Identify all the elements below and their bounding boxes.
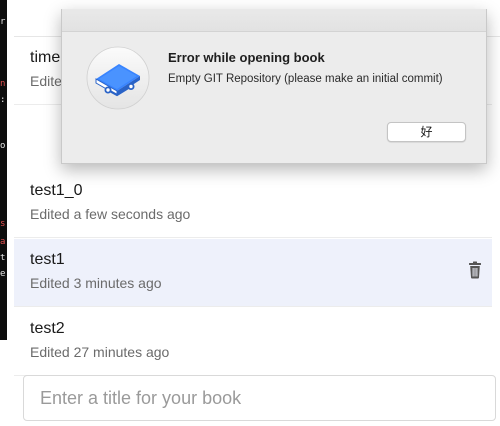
trash-icon[interactable] xyxy=(468,261,482,279)
book-list-item-selected[interactable]: test1 Edited 3 minutes ago xyxy=(14,239,492,307)
book-title: test1_0 xyxy=(30,182,83,199)
dialog-title: Error while opening book xyxy=(168,50,325,65)
terminal-text-fragment: r xyxy=(0,18,6,27)
gitbook-logo-icon xyxy=(86,46,150,110)
terminal-text-fragment: t xyxy=(0,254,6,263)
ok-button[interactable]: 好 xyxy=(387,122,466,142)
book-list-item[interactable]: test2 Edited 27 minutes ago xyxy=(14,308,492,376)
dialog-titlebar xyxy=(62,9,486,32)
new-book-title-input[interactable] xyxy=(23,375,496,421)
book-title: test2 xyxy=(30,320,65,337)
dialog-message: Empty GIT Repository (please make an ini… xyxy=(168,73,443,85)
book-edited-time: Edited 3 minutes ago xyxy=(30,275,162,291)
book-list-item[interactable]: test1_0 Edited a few seconds ago xyxy=(14,170,492,238)
book-edited-time: Edited 27 minutes ago xyxy=(30,344,170,360)
terminal-text-fragment: : xyxy=(0,96,6,105)
book-title: time xyxy=(30,49,61,66)
terminal-text-fragment: e xyxy=(0,270,6,279)
terminal-text-fragment: n xyxy=(0,80,6,89)
screen: rn:osate time Edited test1_0 Edited a fe… xyxy=(0,0,500,426)
terminal-text-fragment: s xyxy=(0,220,6,229)
terminal-pane: r n: o sate xyxy=(0,0,7,340)
book-edited-time: Edited a few seconds ago xyxy=(30,206,191,222)
book-title: test1 xyxy=(30,251,65,268)
error-dialog: Error while opening book Empty GIT Repos… xyxy=(61,9,487,164)
terminal-text-fragment: o xyxy=(0,142,6,151)
terminal-text-fragment: a xyxy=(0,238,6,247)
